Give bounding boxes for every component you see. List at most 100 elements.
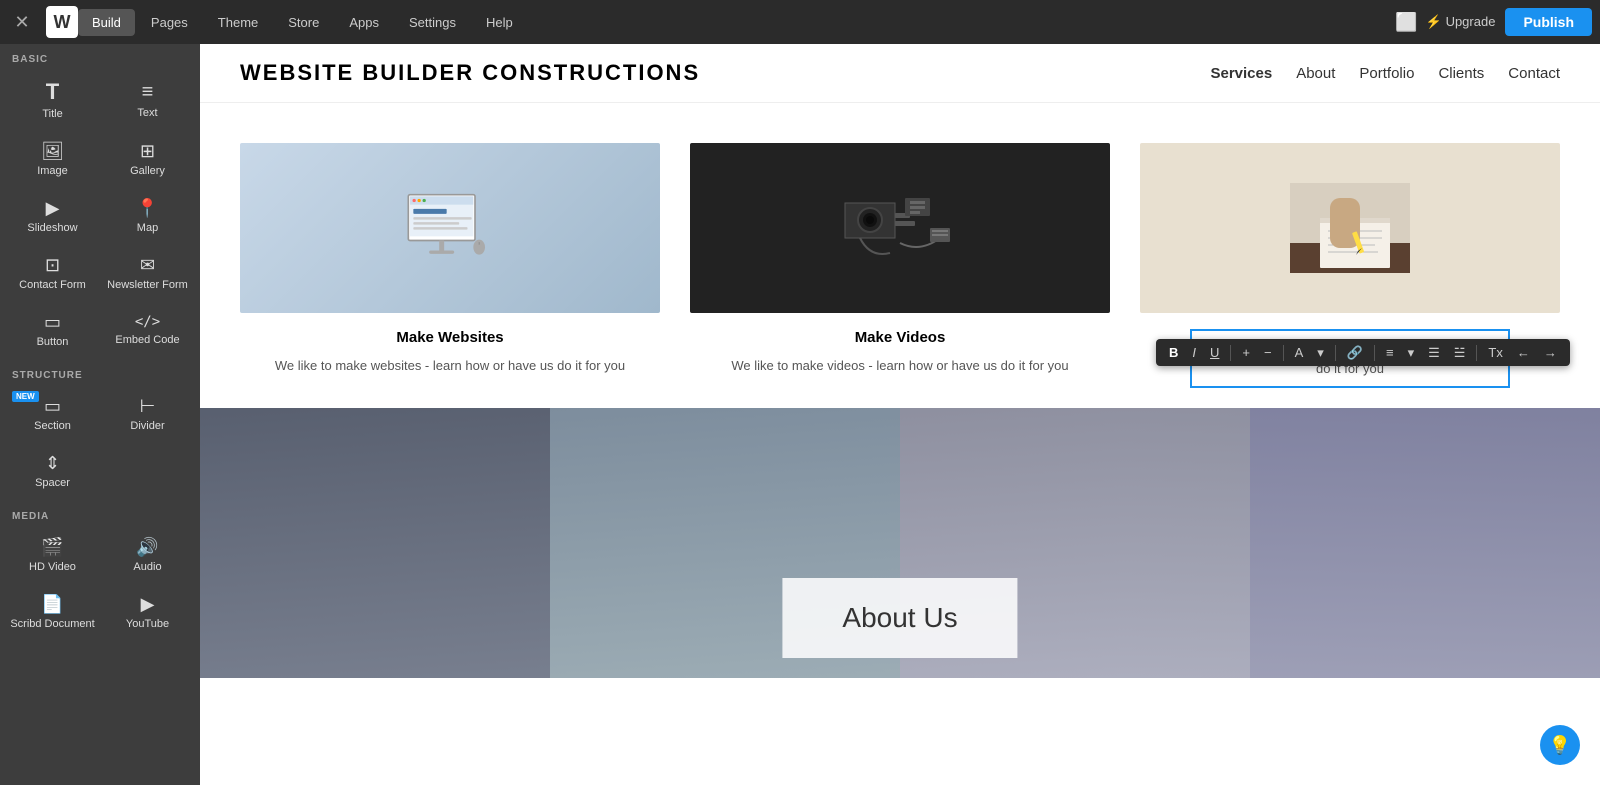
main-layout: BASIC T Title ≡ Text 🖼 Image ⊞ Gallery ▶… bbox=[0, 44, 1600, 785]
audio-icon: 🔊 bbox=[136, 538, 158, 556]
image-icon: 🖼 bbox=[41, 142, 64, 160]
toolbar-ordered-list[interactable]: ☱ bbox=[1449, 343, 1471, 362]
sidebar-item-slideshow[interactable]: ▶ Slideshow bbox=[6, 189, 99, 244]
nav-contact[interactable]: Contact bbox=[1508, 65, 1560, 82]
sidebar-item-title[interactable]: T Title bbox=[6, 71, 99, 130]
structure-section-label: STRUCTURE bbox=[0, 360, 200, 385]
sidebar-item-scribd[interactable]: 📄 Scribd Document bbox=[6, 585, 99, 640]
media-section-label: MEDIA bbox=[0, 501, 200, 526]
sidebar-item-embed-code[interactable]: </> Embed Code bbox=[101, 303, 194, 358]
sidebar-item-gallery[interactable]: ⊞ Gallery bbox=[101, 132, 194, 187]
tab-apps[interactable]: Apps bbox=[335, 9, 393, 36]
service-image-videos bbox=[690, 143, 1110, 313]
gallery-icon: ⊞ bbox=[140, 142, 155, 160]
toolbar-separator bbox=[1230, 345, 1231, 361]
close-button[interactable]: ✕ bbox=[8, 12, 36, 33]
publish-button[interactable]: Publish bbox=[1505, 8, 1592, 36]
weebly-logo: W bbox=[46, 6, 78, 38]
sidebar-item-spacer[interactable]: ⇕ Spacer bbox=[6, 444, 99, 499]
sidebar-item-newsletter[interactable]: ✉ Newsletter Form bbox=[101, 246, 194, 301]
sidebar-item-label: Divider bbox=[130, 420, 164, 432]
sidebar-item-audio[interactable]: 🔊 Audio bbox=[101, 528, 194, 583]
divider-icon: ⊢ bbox=[140, 397, 156, 415]
service-card-videos: Make Videos We like to make videos - lea… bbox=[690, 143, 1110, 388]
toolbar-undo[interactable]: ← bbox=[1512, 343, 1535, 362]
youtube-icon: ▶ bbox=[141, 595, 155, 613]
top-nav-bar: ✕ W Build Pages Theme Store Apps Setting… bbox=[0, 0, 1600, 44]
sidebar-item-text[interactable]: ≡ Text bbox=[101, 71, 194, 130]
sidebar-item-label: Scribd Document bbox=[10, 618, 94, 630]
sidebar-item-divider[interactable]: ⊢ Divider bbox=[101, 387, 194, 442]
tab-pages[interactable]: Pages bbox=[137, 9, 202, 36]
service-image-blogs bbox=[1140, 143, 1560, 313]
sidebar-item-youtube[interactable]: ▶ YouTube bbox=[101, 585, 194, 640]
sidebar-item-label: Text bbox=[137, 107, 157, 119]
media-items-grid: 🎬 HD Video 🔊 Audio 📄 Scribd Document ▶ Y… bbox=[0, 526, 200, 642]
toolbar-redo[interactable]: → bbox=[1539, 343, 1562, 362]
toolbar-link[interactable]: 🔗 bbox=[1342, 343, 1368, 362]
title-icon: T bbox=[46, 81, 59, 103]
hd-video-icon: 🎬 bbox=[41, 538, 63, 556]
toolbar-separator-5 bbox=[1476, 345, 1477, 361]
toolbar-increase-size[interactable]: + bbox=[1237, 343, 1255, 362]
chat-bubble-button[interactable]: 💡 bbox=[1540, 725, 1580, 765]
basic-items-grid: T Title ≡ Text 🖼 Image ⊞ Gallery ▶ Slide… bbox=[0, 69, 200, 360]
toolbar-bold[interactable]: B bbox=[1164, 343, 1183, 362]
sidebar-item-label: Title bbox=[42, 108, 62, 120]
toolbar-align[interactable]: ≡ bbox=[1381, 343, 1399, 362]
spacer-icon: ⇕ bbox=[45, 454, 60, 472]
text-icon: ≡ bbox=[142, 82, 154, 102]
site-header: WEBSITE BUILDER CONSTRUCTIONS Services A… bbox=[200, 44, 1600, 103]
service-desc-videos: We like to make videos - learn how or ha… bbox=[731, 356, 1068, 376]
toolbar-font-color[interactable]: A bbox=[1290, 343, 1309, 362]
sidebar-item-image[interactable]: 🖼 Image bbox=[6, 132, 99, 187]
sidebar-item-label: HD Video bbox=[29, 561, 76, 573]
left-sidebar: BASIC T Title ≡ Text 🖼 Image ⊞ Gallery ▶… bbox=[0, 44, 200, 785]
toolbar-color-chevron[interactable]: ▾ bbox=[1312, 343, 1329, 362]
sidebar-item-hd-video[interactable]: 🎬 HD Video bbox=[6, 528, 99, 583]
sidebar-item-button[interactable]: ▭ Button bbox=[6, 303, 99, 358]
nav-about[interactable]: About bbox=[1296, 65, 1335, 82]
sidebar-item-contact-form[interactable]: ⊡ Contact Form bbox=[6, 246, 99, 301]
toolbar-decrease-size[interactable]: − bbox=[1259, 343, 1277, 362]
structure-items-grid: NEW ▭ Section ⊢ Divider ⇕ Spacer bbox=[0, 385, 200, 501]
basic-section-label: BASIC bbox=[0, 44, 200, 69]
nav-portfolio[interactable]: Portfolio bbox=[1359, 65, 1414, 82]
toolbar-separator-2 bbox=[1283, 345, 1284, 361]
toolbar-align-chevron[interactable]: ▾ bbox=[1403, 343, 1420, 362]
scribd-icon: 📄 bbox=[41, 595, 63, 613]
toolbar-italic[interactable]: I bbox=[1187, 343, 1201, 362]
new-badge: NEW bbox=[12, 391, 39, 402]
upgrade-button[interactable]: ⚡ Upgrade bbox=[1426, 14, 1496, 30]
sidebar-item-label: Audio bbox=[133, 561, 161, 573]
nav-clients[interactable]: Clients bbox=[1438, 65, 1484, 82]
toolbar-underline[interactable]: U bbox=[1205, 343, 1224, 362]
service-title-videos: Make Videos bbox=[855, 329, 946, 346]
sidebar-item-map[interactable]: 📍 Map bbox=[101, 189, 194, 244]
nav-services[interactable]: Services bbox=[1210, 65, 1272, 82]
sidebar-item-label: Slideshow bbox=[27, 222, 77, 234]
tab-settings[interactable]: Settings bbox=[395, 9, 470, 36]
sidebar-item-label: Embed Code bbox=[115, 334, 179, 346]
tab-theme[interactable]: Theme bbox=[204, 9, 272, 36]
sidebar-item-label: Spacer bbox=[35, 477, 70, 489]
slideshow-icon: ▶ bbox=[46, 199, 60, 217]
toolbar-separator-3 bbox=[1335, 345, 1336, 361]
device-preview-icon[interactable]: ⬜ bbox=[1395, 12, 1417, 33]
sidebar-item-label: Image bbox=[37, 165, 68, 177]
canvas-area: WEBSITE BUILDER CONSTRUCTIONS Services A… bbox=[200, 44, 1600, 785]
text-editing-toolbar: B I U + − A ▾ 🔗 ≡ ▾ ☰ ☱ Tx ← → bbox=[1156, 339, 1570, 366]
about-title: About Us bbox=[842, 602, 957, 634]
tab-store[interactable]: Store bbox=[274, 9, 333, 36]
tab-build[interactable]: Build bbox=[78, 9, 135, 36]
service-title-websites: Make Websites bbox=[396, 329, 503, 346]
sidebar-item-label: Gallery bbox=[130, 165, 165, 177]
toolbar-unordered-list[interactable]: ☰ bbox=[1423, 343, 1445, 362]
section-icon: ▭ bbox=[44, 397, 61, 415]
sidebar-item-section[interactable]: NEW ▭ Section bbox=[6, 387, 99, 442]
tab-help[interactable]: Help bbox=[472, 9, 527, 36]
toolbar-clear-format[interactable]: Tx bbox=[1483, 343, 1507, 362]
site-navigation: Services About Portfolio Clients Contact bbox=[1210, 65, 1560, 82]
service-desc-websites: We like to make websites - learn how or … bbox=[275, 356, 625, 376]
sidebar-item-label: Map bbox=[137, 222, 158, 234]
